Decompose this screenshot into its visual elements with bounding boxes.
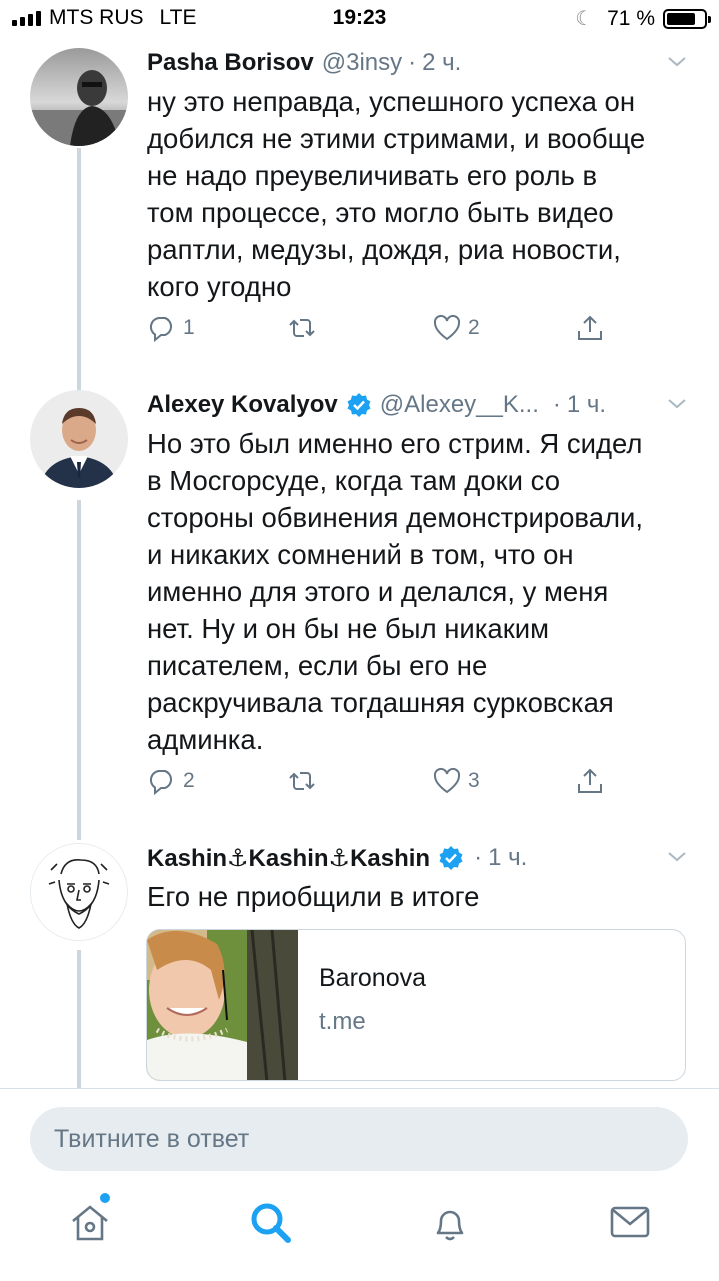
author-name[interactable]: Alexey Kovalyov — [147, 391, 338, 419]
reply-count: 1 — [183, 316, 195, 339]
avatar[interactable] — [30, 390, 128, 488]
like-count: 3 — [468, 769, 480, 792]
status-bar: MTS RUS LTE 19:23 ☾ 71 % — [0, 0, 719, 38]
battery-percent: 71 % — [607, 6, 655, 30]
tweet-text: Его не приобщили в итоге — [147, 881, 480, 912]
retweet-icon — [289, 319, 315, 337]
tweet-thread: Pasha Borisov @3insy · 2 ч. ну это непра… — [0, 38, 719, 1088]
avatar[interactable] — [30, 843, 128, 941]
share-icon — [578, 315, 602, 340]
chevron-down-icon[interactable] — [665, 50, 689, 74]
share-button[interactable] — [575, 313, 605, 343]
search-icon — [251, 1203, 291, 1243]
reply-input[interactable]: Твитните в ответ — [30, 1107, 688, 1171]
battery-icon — [663, 8, 711, 29]
bell-icon — [436, 1210, 464, 1241]
retweet-button[interactable] — [287, 313, 323, 343]
chevron-down-icon[interactable] — [665, 845, 689, 869]
timestamp[interactable]: 1 ч. — [567, 391, 606, 419]
envelope-icon — [610, 1206, 650, 1238]
reply-icon — [149, 317, 172, 343]
retweet-icon — [289, 772, 315, 790]
tab-search[interactable] — [247, 1199, 293, 1245]
tab-messages[interactable] — [607, 1199, 653, 1245]
tweet-text: Но это был именно его стрим. Я сидел в М… — [147, 428, 644, 755]
retweet-button[interactable] — [287, 766, 323, 796]
new-content-dot — [100, 1193, 110, 1203]
like-button[interactable]: 3 — [432, 766, 480, 796]
link-card-image — [147, 930, 298, 1080]
reply-button[interactable]: 2 — [147, 766, 195, 796]
verified-badge-icon — [347, 393, 371, 417]
verified-badge-icon — [439, 846, 463, 870]
tab-bar — [0, 1193, 719, 1259]
share-icon — [578, 768, 602, 793]
tweet-actions: 1 2 — [147, 313, 617, 353]
chevron-down-icon[interactable] — [665, 392, 689, 416]
reply-icon — [149, 770, 172, 796]
heart-icon — [433, 314, 461, 341]
link-card-title: Baronova — [319, 964, 427, 992]
author-name[interactable]: Pasha Borisov — [147, 49, 314, 77]
author-handle: @3insy — [321, 49, 403, 76]
tab-notifications[interactable] — [427, 1199, 473, 1245]
author-name[interactable]: Kashin⚓Kashin⚓Kashin — [147, 844, 430, 873]
tweet[interactable]: Alexey Kovalyov @Alexey__K... · 1 ч. Но … — [0, 380, 719, 830]
avatar[interactable] — [30, 48, 128, 146]
author-handle: @Alexey__K... — [379, 391, 539, 418]
timestamp[interactable]: 1 ч. — [488, 844, 527, 872]
home-icon — [72, 1205, 108, 1241]
link-card[interactable]: Baronova t.me — [146, 929, 686, 1081]
reply-count: 2 — [183, 769, 195, 792]
like-button[interactable]: 2 — [432, 313, 480, 343]
like-count: 2 — [468, 316, 480, 339]
reply-button[interactable]: 1 — [147, 313, 195, 343]
separator: · — [552, 391, 561, 418]
share-button[interactable] — [575, 766, 605, 796]
timestamp[interactable]: 2 ч. — [422, 49, 461, 77]
bottom-panel: Твитните в ответ — [0, 1088, 719, 1281]
tweet-text: ну это неправда, успешного успеха он доб… — [147, 86, 646, 302]
link-card-domain: t.me — [319, 1008, 366, 1035]
tweet-actions: 2 3 — [147, 766, 617, 806]
tweet[interactable]: Pasha Borisov @3insy · 2 ч. ну это непра… — [0, 38, 719, 388]
separator: · — [408, 49, 417, 76]
do-not-disturb-icon: ☾ — [575, 8, 594, 30]
heart-icon — [433, 767, 461, 794]
tab-home[interactable] — [67, 1193, 113, 1245]
separator: · — [474, 844, 483, 871]
